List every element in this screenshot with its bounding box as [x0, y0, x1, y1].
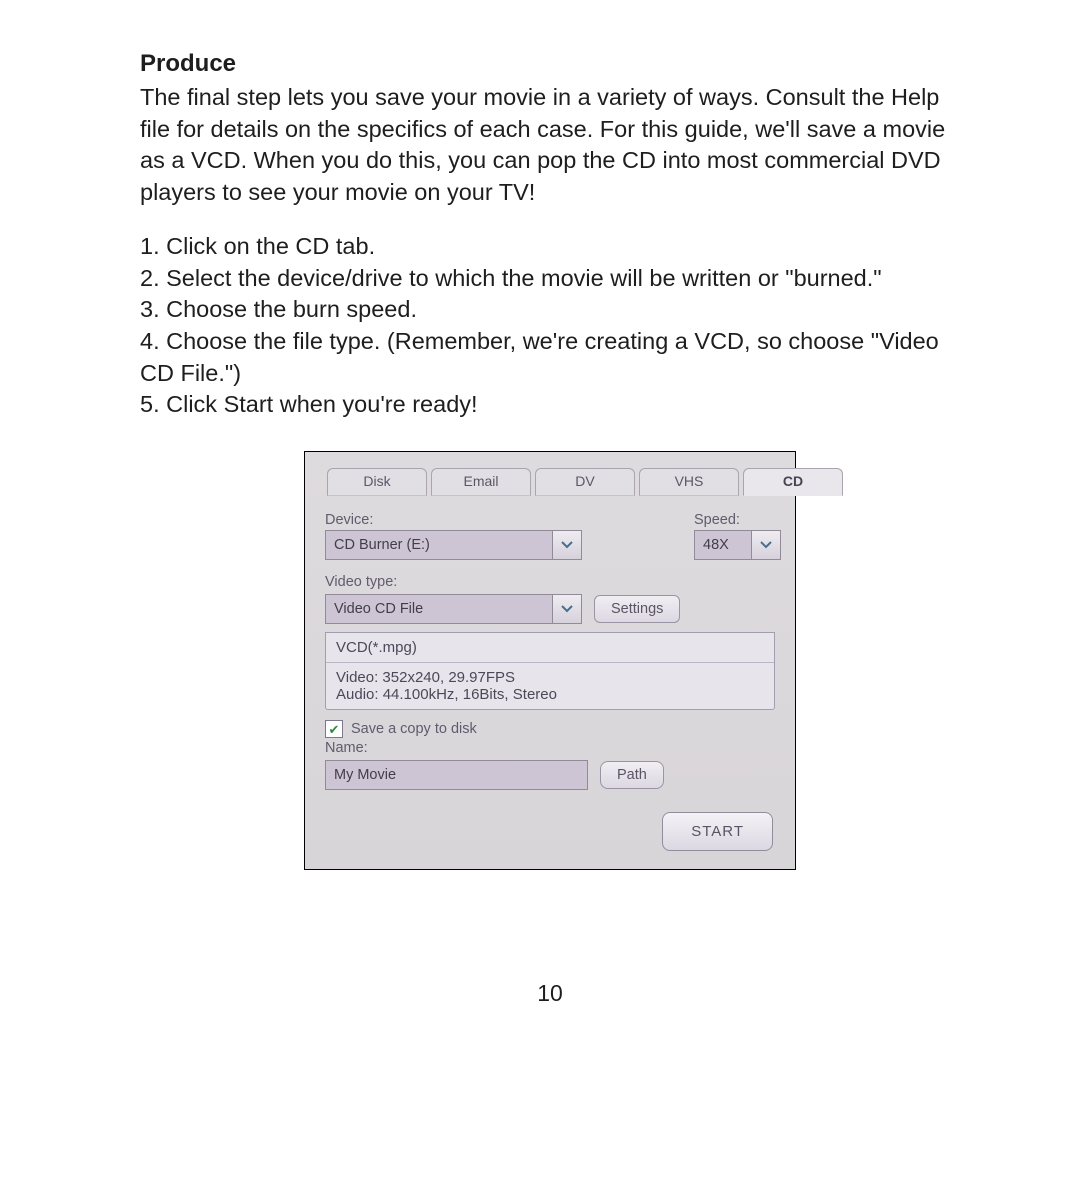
tab-disk[interactable]: Disk: [327, 468, 427, 496]
speed-select[interactable]: 48X: [694, 530, 752, 560]
device-dropdown-button[interactable]: [553, 530, 582, 560]
step-4: 4. Choose the file type. (Remember, we'r…: [140, 326, 960, 389]
chevron-down-icon: [561, 601, 573, 617]
format-line: VCD(*.mpg): [326, 633, 774, 663]
format-info-box: VCD(*.mpg) Video: 352x240, 29.97FPS Audi…: [325, 632, 775, 710]
step-3: 3. Choose the burn speed.: [140, 294, 960, 326]
save-copy-checkbox[interactable]: ✔ Save a copy to disk: [325, 720, 781, 738]
name-label: Name:: [325, 740, 781, 756]
intro-paragraph: The final step lets you save your movie …: [140, 82, 960, 209]
section-heading: Produce: [140, 50, 960, 78]
video-type-dropdown-button[interactable]: [553, 594, 582, 624]
device-select[interactable]: CD Burner (E:): [325, 530, 553, 560]
steps-list: 1. Click on the CD tab. 2. Select the de…: [140, 231, 960, 421]
step-1: 1. Click on the CD tab.: [140, 231, 960, 263]
produce-dialog: Disk Email DV VHS CD Device: CD Burner (…: [304, 451, 796, 870]
chevron-down-icon: [561, 537, 573, 553]
name-input[interactable]: My Movie: [325, 760, 588, 790]
checkbox-icon: ✔: [325, 720, 343, 738]
tab-cd[interactable]: CD: [743, 468, 843, 496]
start-button[interactable]: START: [662, 812, 773, 851]
speed-dropdown-button[interactable]: [752, 530, 781, 560]
audio-spec-line: Audio: 44.100kHz, 16Bits, Stereo: [336, 686, 764, 703]
path-button[interactable]: Path: [600, 761, 664, 789]
step-2: 2. Select the device/drive to which the …: [140, 263, 960, 295]
tab-vhs[interactable]: VHS: [639, 468, 739, 496]
speed-label: Speed:: [694, 512, 781, 528]
save-copy-label: Save a copy to disk: [351, 721, 477, 737]
settings-button[interactable]: Settings: [594, 595, 680, 623]
tab-email[interactable]: Email: [431, 468, 531, 496]
chevron-down-icon: [760, 537, 772, 553]
video-type-label: Video type:: [325, 574, 781, 590]
tab-dv[interactable]: DV: [535, 468, 635, 496]
video-spec-line: Video: 352x240, 29.97FPS: [336, 669, 764, 686]
device-label: Device:: [325, 512, 658, 528]
tab-bar: Disk Email DV VHS CD: [327, 468, 781, 496]
page-number: 10: [140, 980, 960, 1007]
video-type-select[interactable]: Video CD File: [325, 594, 553, 624]
step-5: 5. Click Start when you're ready!: [140, 389, 960, 421]
